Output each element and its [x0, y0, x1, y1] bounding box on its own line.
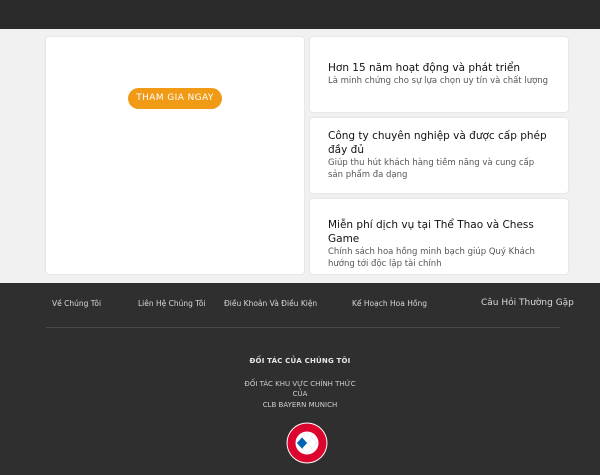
feature-description: Chính sách hoa hồng minh bạch giúp Quý K… — [328, 247, 535, 269]
hero-card: THAM GIA NGAY — [46, 37, 304, 274]
feature-title: Hơn 15 năm hoạt động và phát triển — [328, 62, 521, 74]
feature-card: Hơn 15 năm hoạt động và phát triển Là mi… — [310, 37, 568, 112]
footer-link-terms[interactable]: Điều Khoản Và Điều Kiện — [224, 299, 317, 308]
feature-description: Giúp thu hút khách hàng tiềm năng và cun… — [328, 158, 535, 180]
feature-title: Miễn phí dịch vụ tại Thể Thao và Chess G… — [328, 219, 534, 245]
bayern-munich-logo[interactable] — [286, 422, 328, 464]
partner-line: CLB BAYERN MUNICH — [262, 401, 338, 409]
feature-card: Công ty chuyên nghiệp và được cấp phép đ… — [310, 118, 568, 193]
join-now-button[interactable]: THAM GIA NGAY — [128, 88, 222, 109]
footer-link-faq[interactable]: Câu Hỏi Thường Gặp — [481, 298, 574, 308]
main-section: THAM GIA NGAY Hơn 15 năm hoạt động và ph… — [0, 29, 600, 283]
feature-card: Miễn phí dịch vụ tại Thể Thao và Chess G… — [310, 199, 568, 274]
partner-line: CỦA — [292, 390, 308, 398]
footer-divider — [46, 327, 560, 328]
footer: Về Chúng Tôi Liên Hệ Chúng Tôi Điều Khoả… — [0, 283, 600, 475]
partner-line: ĐỐI TÁC KHU VỰC CHÍNH THỨC — [244, 380, 356, 388]
feature-description: Là minh chứng cho sự lựa chọn uy tín và … — [328, 76, 549, 86]
feature-title: Công ty chuyên nghiệp và được cấp phép đ… — [328, 130, 547, 156]
footer-link-about[interactable]: Về Chúng Tôi — [52, 299, 101, 308]
top-bar — [0, 0, 600, 29]
partners-title: ĐỐI TÁC CỦA CHÚNG TÔI — [249, 357, 351, 365]
footer-link-contact[interactable]: Liên Hệ Chúng Tôi — [138, 299, 206, 308]
footer-link-commission[interactable]: Kế Hoạch Hoa Hồng — [352, 299, 427, 308]
